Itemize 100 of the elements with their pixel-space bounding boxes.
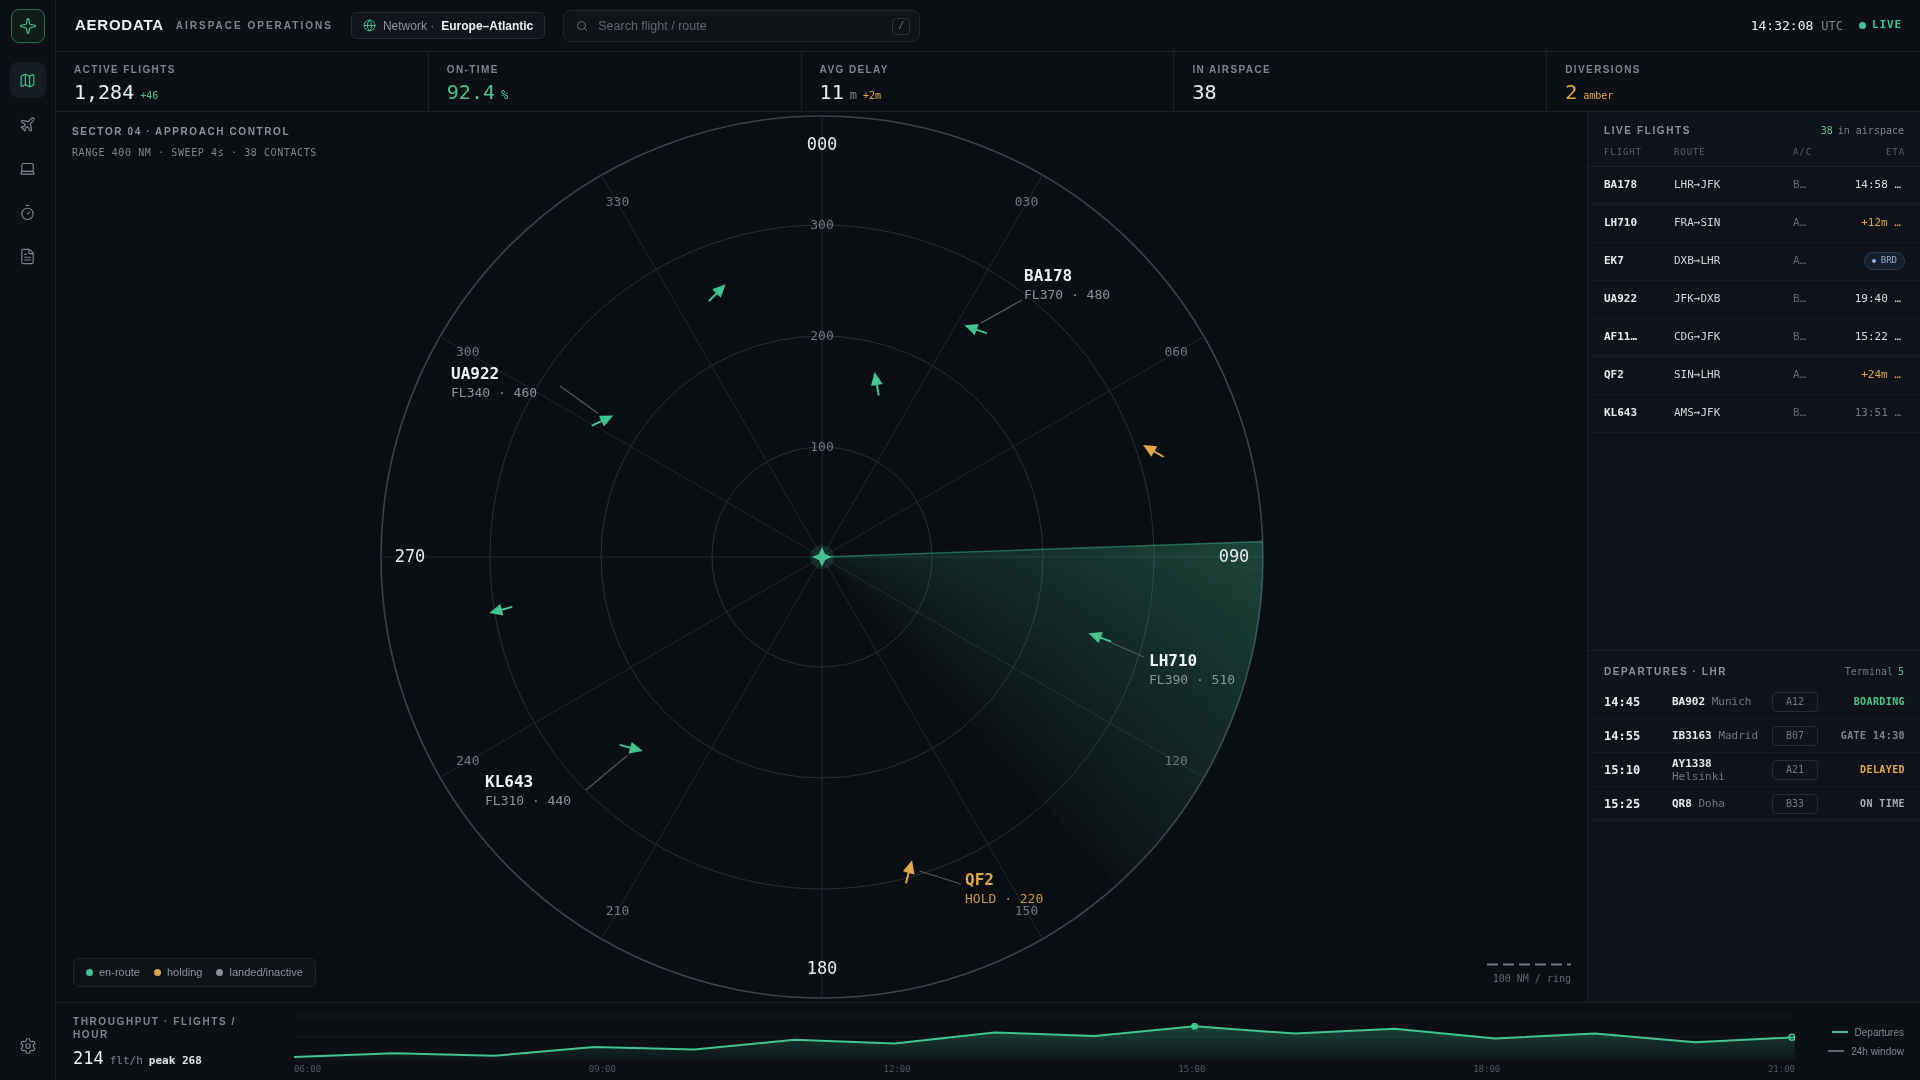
- aircraft-type: B…: [1793, 328, 1808, 345]
- flight-row[interactable]: LH710 FRA→SIN A… +12m …: [1588, 204, 1920, 243]
- kpi-label: ON-TIME: [446, 63, 500, 76]
- aircraft-icon[interactable]: [619, 741, 643, 754]
- kpi-label: DIVERSIONS: [1565, 63, 1642, 76]
- eta-text: 19:40 …: [1854, 290, 1902, 307]
- departure-row[interactable]: 15:25 QR8 Doha B33 ON TIME: [1588, 787, 1920, 821]
- flight-row[interactable]: AF11… CDG→JFK B… 15:22 …: [1588, 318, 1920, 357]
- flight-count: 38: [1820, 124, 1833, 138]
- throughput-value: 214: [73, 1047, 104, 1070]
- flight-level-label: FL390 · 510: [1148, 671, 1235, 687]
- eta-text: 15:22 …: [1854, 328, 1902, 345]
- plane-icon: [19, 115, 36, 133]
- departure-row[interactable]: 15:10 AY1338 Helsinki A21 DELAYED: [1588, 753, 1920, 787]
- axis-tick-label: 15:00: [1178, 1063, 1206, 1076]
- network-selector[interactable]: Network · Europe–Atlantic: [350, 12, 546, 39]
- flight-row[interactable]: KL643 AMS→JFK B… 13:51 …: [1588, 394, 1920, 433]
- axis-tick-label: 12:00: [883, 1063, 911, 1076]
- bearing-label: 210: [605, 902, 629, 918]
- range-label: 300: [809, 216, 834, 232]
- aircraft-icon[interactable]: [707, 284, 726, 302]
- bearing-label: 180: [806, 958, 837, 978]
- bearing-label: 240: [455, 753, 480, 768]
- aircraft-icon[interactable]: [870, 372, 883, 396]
- aircraft-icon[interactable]: [488, 603, 512, 616]
- eta-text: 14:58 …: [1854, 176, 1902, 193]
- aircraft-icon[interactable]: [1142, 445, 1164, 458]
- route-text: SIN→LHR: [1674, 366, 1722, 383]
- kpi-delta: +2m: [862, 89, 881, 103]
- eta-text: 13:51 …: [1854, 404, 1902, 421]
- departure-status: DELAYED: [1859, 763, 1905, 777]
- callsign-label: UA922: [450, 363, 499, 383]
- callsign-label: BA178: [1023, 265, 1072, 285]
- terminal-number: 5: [1897, 665, 1904, 679]
- flight-row[interactable]: EK7 DXB→LHR A… BRD: [1588, 242, 1920, 281]
- flight-row[interactable]: BA178 LHR→JFK B… 14:58 …: [1588, 166, 1920, 205]
- gate-tag: B07: [1772, 725, 1818, 746]
- flight-row[interactable]: QF2 SIN→LHR A… +24m …: [1588, 356, 1920, 395]
- axis-tick-label: 18:00: [1473, 1063, 1501, 1076]
- aircraft-type: B…: [1793, 290, 1808, 307]
- chart-title: THROUGHPUT · FLIGHTS / HOUR: [73, 1015, 237, 1041]
- departure-row[interactable]: 14:45 BA902 Munich A12 BOARDING: [1588, 685, 1920, 719]
- aircraft-icon[interactable]: [1088, 632, 1111, 644]
- flight-level-label: FL340 · 460: [450, 384, 537, 400]
- aircraft-type: A…: [1793, 366, 1808, 383]
- nav-button[interactable]: [9, 62, 46, 98]
- destination-city: Helsinki: [1672, 769, 1725, 783]
- kpi-delta: amber: [1583, 89, 1614, 103]
- app-subtitle: AIRSPACE OPERATIONS: [175, 19, 333, 33]
- search-icon: [576, 19, 589, 32]
- bearing-label: 000: [806, 134, 837, 154]
- leader-line: [584, 754, 628, 791]
- aircraft-icon[interactable]: [590, 415, 613, 427]
- route-text: FRA→SIN: [1674, 214, 1722, 231]
- globe-icon: [362, 19, 376, 32]
- legend-label: landed/inactive: [229, 965, 303, 981]
- kpi-label: AVG DELAY: [819, 63, 890, 76]
- kpi-label: ACTIVE FLIGHTS: [74, 63, 177, 76]
- kpi-value: 2: [1565, 80, 1578, 104]
- panel-title: DEPARTURES · LHR: [1604, 665, 1728, 679]
- destination-city: Madrid: [1718, 729, 1759, 742]
- kpi-value: 92.4: [446, 80, 495, 104]
- aircraft-icon[interactable]: [964, 324, 987, 336]
- kpi-delta: +46: [140, 89, 159, 103]
- axis-tick-label: 09:00: [588, 1063, 616, 1076]
- aircraft-icon[interactable]: [902, 860, 914, 884]
- departure-row[interactable]: 14:55 IB3163 Madrid B07 GATE 14:30: [1588, 719, 1920, 753]
- gate-tag: A21: [1772, 759, 1818, 780]
- flight-number: AF11…: [1604, 328, 1639, 345]
- range-label: 200: [809, 327, 834, 343]
- axis-tick-label: 21:00: [1767, 1063, 1795, 1076]
- flight-level-label: FL310 · 440: [484, 792, 571, 808]
- eta-text: +24m …: [1861, 366, 1902, 383]
- flight-code: AY1338: [1672, 756, 1712, 770]
- axis-tick-label: 06:00: [294, 1063, 322, 1076]
- bearing-label: 300: [455, 344, 480, 359]
- route-text: DXB→LHR: [1674, 252, 1722, 269]
- settings-icon: [18, 1037, 37, 1055]
- aircraft-type: B…: [1793, 404, 1808, 421]
- scale-label: 100 NM / ring: [1492, 972, 1571, 986]
- departure-time: 14:55: [1604, 727, 1642, 745]
- departure-time: 14:45: [1604, 693, 1642, 711]
- departure-status: BOARDING: [1852, 695, 1905, 709]
- callsign-label: QF2: [964, 869, 994, 889]
- flight-code: BA902: [1672, 695, 1706, 708]
- shortcut-key: /: [892, 17, 911, 35]
- leader-line: [979, 299, 1023, 324]
- departure-status: ON TIME: [1859, 797, 1905, 811]
- flight-row[interactable]: UA922 JFK→DXB B… 19:40 …: [1588, 280, 1920, 319]
- bearing-label: 270: [394, 546, 425, 566]
- flight-number: BA178: [1604, 176, 1639, 193]
- count-label: in airspace: [1837, 124, 1904, 138]
- kpi-value: 1,284: [74, 80, 135, 104]
- app-logo[interactable]: [10, 9, 45, 43]
- bearing-label: 120: [1163, 753, 1188, 768]
- departure-time: 15:10: [1604, 761, 1642, 779]
- departure-status: GATE 14:30: [1839, 729, 1905, 743]
- bearing-label: 330: [605, 194, 629, 210]
- route-text: JFK→DXB: [1674, 290, 1722, 307]
- radar-title: SECTOR 04 · APPROACH CONTROL: [72, 125, 292, 139]
